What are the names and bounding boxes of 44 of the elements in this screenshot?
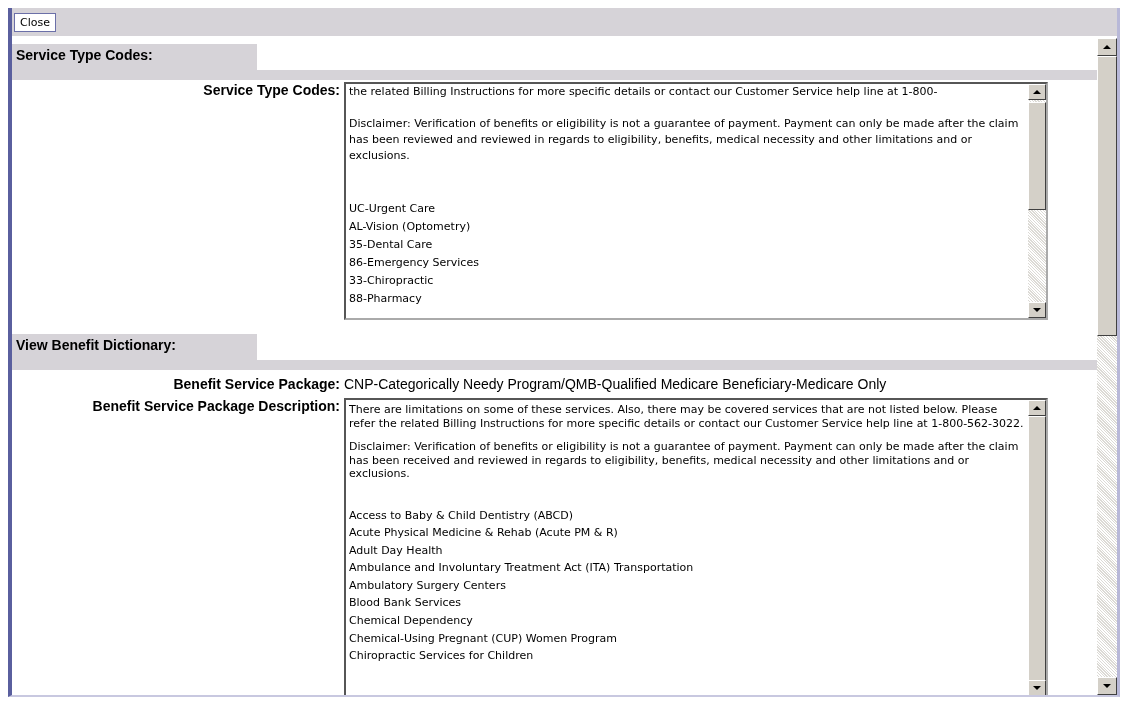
close-button[interactable]: Close [14, 12, 56, 32]
field-label: Service Type Codes: [202, 82, 341, 100]
scroll-thumb[interactable] [1028, 102, 1046, 210]
scroll-thumb[interactable] [1097, 56, 1117, 336]
list-line: 35-Dental Care [349, 237, 434, 253]
field-label: Benefit Service Package Description: [91, 398, 341, 416]
list-line: Ambulatory Surgery Centers [349, 577, 507, 594]
field-label: Benefit Service Package: [172, 376, 341, 392]
text-area[interactable] [344, 398, 1048, 695]
paragraph: There are limitations on some of these services. Also, there may be covered services that are not listed below. Please refer the related Billing Instructions for more specific details or contact our Customer Service help line at 1-800-562-3022. [349, 403, 1025, 430]
down-arrow-icon [1033, 308, 1041, 312]
list-line: 88-Pharmacy [349, 291, 423, 307]
list-line: Ambulance and Involuntary Treatment Act (ITA) Transportation [349, 560, 695, 577]
scroll-up-button[interactable] [1097, 38, 1117, 56]
paragraph: Disclaimer: Verification of benefits or eligibility is not a guarantee of payment. Payment can only be made after the claim has been reviewed and reviewed in regards to eligibility, benefits, medical necessity and other limitations and or exclusions. [349, 116, 1020, 164]
scroll-up-button[interactable] [1028, 400, 1046, 416]
scrollbar[interactable] [1097, 38, 1117, 695]
list-line: Chemical-Using Pregnant (CUP) Women Program [349, 630, 619, 647]
up-arrow-icon [1033, 406, 1041, 410]
section-heading: Service Type Codes: [12, 44, 257, 70]
paragraph: the related Billing Instructions for more specific details or contact our Customer Service help line at 1-800- [349, 84, 939, 100]
list-line: Chemical Dependency [349, 613, 474, 630]
list-line: 33-Chiropractic [349, 273, 435, 289]
up-arrow-icon [1103, 45, 1111, 49]
down-arrow-icon [1033, 686, 1041, 690]
scroll-down-button[interactable] [1097, 677, 1117, 695]
section-heading: View Benefit Dictionary: [12, 334, 257, 360]
scroll-down-button[interactable] [1028, 302, 1046, 318]
list-line: Acute Physical Medicine & Rehab (Acute PM & R) [349, 525, 619, 542]
scrollbar[interactable] [1028, 84, 1046, 318]
paragraph: Disclaimer: Verification of benefits or eligibility is not a guarantee of payment. Payment can only be made after the claim has been received and reviewed in regards to eligibility, benefits, medical necessity and other limitations and or exclusions. [349, 440, 1020, 481]
field-value: CNP-Categorically Needy Program/QMB-Qualified Medicare Beneficiary-Medicare Only [344, 376, 887, 392]
up-arrow-icon [1033, 90, 1041, 94]
list-line: Blood Bank Services [349, 595, 463, 612]
list-line: Chiropractic Services for Children [349, 648, 535, 665]
list-line: Access to Baby & Child Dentistry (ABCD) [349, 507, 575, 524]
list-line: UC-Urgent Care [349, 201, 437, 217]
scroll-up-button[interactable] [1028, 84, 1046, 100]
scroll-down-button[interactable] [1028, 680, 1046, 695]
list-line: AL-Vision (Optometry) [349, 219, 472, 235]
text-area[interactable] [344, 82, 1048, 320]
list-line: Adult Day Health [349, 542, 444, 559]
down-arrow-icon [1103, 684, 1111, 688]
list-line: 86-Emergency Services [349, 255, 480, 271]
